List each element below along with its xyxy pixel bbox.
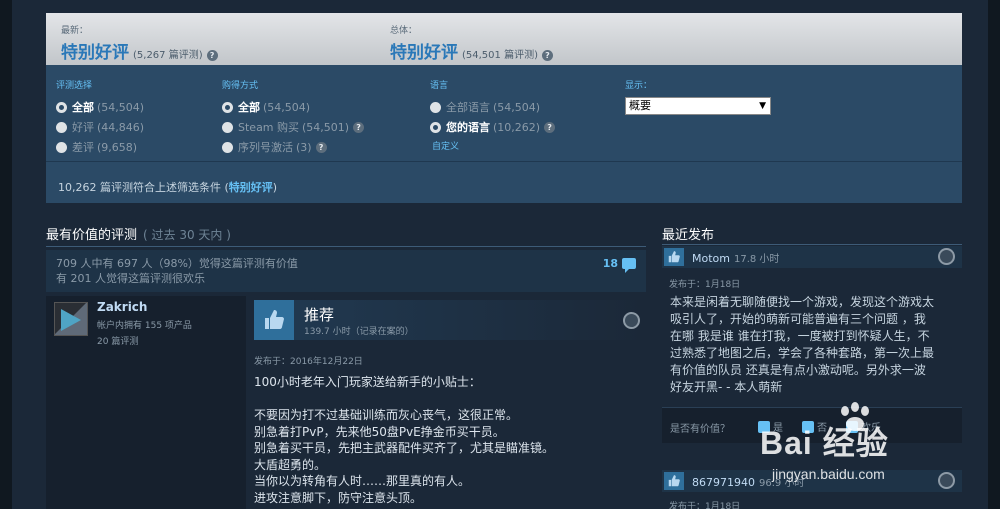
radio-icon (222, 101, 233, 113)
radio-icon (56, 121, 67, 133)
comments-link[interactable]: 18 (603, 256, 636, 273)
filter-title: 评测选择 (56, 81, 93, 91)
review-line: 100小时老年入门玩家送给新手的小贴士： (254, 375, 481, 389)
help-icon[interactable]: ? (206, 50, 218, 61)
filter-display: 显示： 概要 ▼ (625, 78, 771, 115)
recent-label: 最新： (61, 26, 89, 36)
review-line: 别急着打PvP，先来他50盘PvE挣金币买干员。 (254, 424, 505, 439)
reviewer-name: Motom 17.8 小时 (692, 252, 780, 265)
radio-icon (56, 101, 67, 113)
author-products[interactable]: 帐户内拥有 155 项产品 (97, 318, 192, 331)
review-header: 推荐 139.7 小时（记录在案的） (254, 300, 646, 340)
hours-played: 139.7 小时（记录在案的） (304, 327, 414, 337)
recent-review-header[interactable]: Motom 17.8 小时 (662, 246, 962, 268)
filter-title: 语言 (430, 81, 449, 91)
filter-title: 购得方式 (222, 81, 259, 91)
review-line: 大盾超勇的。 (254, 457, 327, 472)
baidu-watermark: Bai 经验 jingyan.baidu.com (760, 402, 950, 492)
radio-positive[interactable]: 好评 (44,846) (56, 117, 144, 137)
steam-icon (938, 248, 955, 265)
radio-icon (222, 121, 233, 133)
filter-review-type: 评测选择 全部 (54,504) 好评 (44,846) 差评 (9,658) (56, 78, 144, 157)
radio-icon (430, 121, 441, 133)
radio-your-language[interactable]: 您的语言 (10,262)? (430, 117, 556, 137)
recent-rating[interactable]: 特别好评 (61, 38, 129, 63)
helpful-question: 是否有价值？ (670, 424, 730, 435)
comment-bubble-icon (622, 258, 636, 273)
radio-all-languages[interactable]: 全部语言 (54,504) (430, 97, 555, 117)
review-line: 在哪 我是谁 谁在打我，一度被打到怀疑人生，不 (670, 329, 930, 343)
radio-negative[interactable]: 差评 (9,658) (56, 137, 144, 157)
review-text: 100小时老年入门玩家送给新手的小贴士： 不要因为打不过基础训练而灰心丧气，这很… (254, 374, 644, 506)
author-name[interactable]: Zakrich (97, 300, 147, 314)
recommendation-label: 推荐 (304, 306, 335, 324)
thumbs-up-icon (254, 300, 294, 340)
filter-language: 语言 全部语言 (54,504) 您的语言 (10,262)? 自定义 (430, 78, 556, 152)
thumbs-up-icon (664, 248, 684, 266)
watermark-brand: Bai 经验 (760, 425, 889, 461)
recent-summary: 最新： 特别好评 (5,267 篇评测) ? (61, 23, 218, 63)
dropdown-arrow-icon: ▼ (759, 101, 766, 111)
radio-all-reviews[interactable]: 全部 (54,504) (56, 97, 144, 117)
help-icon[interactable]: ? (541, 50, 553, 61)
radio-all-purchase[interactable]: 全部 (54,504) (222, 97, 364, 117)
display-select[interactable]: 概要 ▼ (625, 97, 771, 115)
review-line: 当你以为转角有人时……那里真的有人。 (254, 474, 471, 488)
recent-title: 最近发布 (662, 228, 715, 243)
match-summary: 10,262 篇评测符合上述筛选条件 (特别好评) (58, 181, 278, 194)
funny-count: 有 201 人觉得这篇评测很欢乐 (56, 272, 205, 285)
watermark-url: jingyan.baidu.com (772, 466, 885, 482)
radio-steam-purchase[interactable]: Steam 购买 (54,501)? (222, 117, 365, 137)
review-line: 进攻注意脚下，防守注意头顶。 (254, 490, 423, 505)
filter-title: 显示： (625, 81, 653, 91)
author-panel: Zakrich 帐户内拥有 155 项产品 20 篇评测 (46, 296, 246, 509)
review-line: 吸引人了，开始的萌新可能普遍有三个问题 ，我 (670, 312, 926, 326)
divider (46, 246, 646, 247)
help-icon[interactable]: ? (353, 121, 365, 133)
review-line: 本来是闲着无聊随便找一个游戏，发现这个游戏太 (670, 295, 935, 309)
author-review-count[interactable]: 20 篇评测 (97, 334, 138, 347)
review-line: 有价值的队员 还真是有点小激动呢。另外求一波 (670, 363, 926, 377)
radio-key-activation[interactable]: 序列号激活 (3)? (222, 137, 364, 157)
overall-rating[interactable]: 特别好评 (390, 38, 458, 63)
review-line: 过熟悉了地图之后，学会了各种套路，第一次上最 (670, 346, 935, 360)
window-frame-right (988, 0, 1000, 509)
overall-label: 总体： (390, 26, 418, 36)
filter-purchase-type: 购得方式 全部 (54,504) Steam 购买 (54,501)? 序列号激活(… (222, 78, 365, 157)
overall-count: (54,501 篇评测) (462, 50, 538, 61)
radio-icon (430, 101, 441, 113)
review-line: 别急着买干员，先把主武器配件买齐了，尤其是瞄准镜。 (254, 441, 555, 455)
recent-review-text: 本来是闲着无聊随便找一个游戏，发现这个游戏太 吸引人了，开始的萌新可能普遍有三个… (670, 294, 954, 396)
recent-posted-date: 发布于：1月18日 (669, 502, 741, 509)
time-range: ( 过去 30 天内 ) (143, 228, 231, 242)
posted-date: 发布于：2016年12月22日 (254, 357, 363, 367)
review-line: 不要因为打不过基础训练而灰心丧气，这很正常。 (254, 408, 519, 422)
customize-link[interactable]: 自定义 (430, 139, 555, 152)
review-line: 好友开黑- - 本人萌新 (670, 380, 783, 394)
help-icon[interactable]: ? (544, 121, 556, 133)
review-summary-bar: 最新： 特别好评 (5,267 篇评测) ? 总体： 特别好评 (54,501 … (46, 13, 962, 65)
match-rating: 特别好评 (228, 181, 273, 194)
steam-icon (623, 312, 640, 329)
divider (46, 161, 962, 162)
review-line (254, 391, 644, 408)
radio-icon (222, 141, 233, 153)
most-helpful-title: 最有价值的评测( 过去 30 天内 ) (46, 228, 231, 243)
review-filters: 评测选择 全部 (54,504) 好评 (44,846) 差评 (9,658) 购得方… (46, 65, 962, 203)
helpful-count: 709 人中有 697 人（98%）觉得这篇评测有价值 (56, 257, 298, 270)
avatar[interactable] (54, 302, 88, 336)
helpful-stats: 709 人中有 697 人（98%）觉得这篇评测有价值 有 201 人觉得这篇评… (46, 250, 646, 292)
recent-posted-date: 发布于：1月18日 (669, 280, 741, 290)
recent-count: (5,267 篇评测) (133, 50, 203, 61)
overall-summary: 总体： 特别好评 (54,501 篇评测) ? (390, 23, 553, 63)
window-frame-left (0, 0, 12, 509)
divider (662, 244, 962, 245)
thumbs-up-icon (664, 472, 684, 490)
radio-icon (56, 141, 67, 153)
help-icon[interactable]: ? (315, 141, 327, 153)
